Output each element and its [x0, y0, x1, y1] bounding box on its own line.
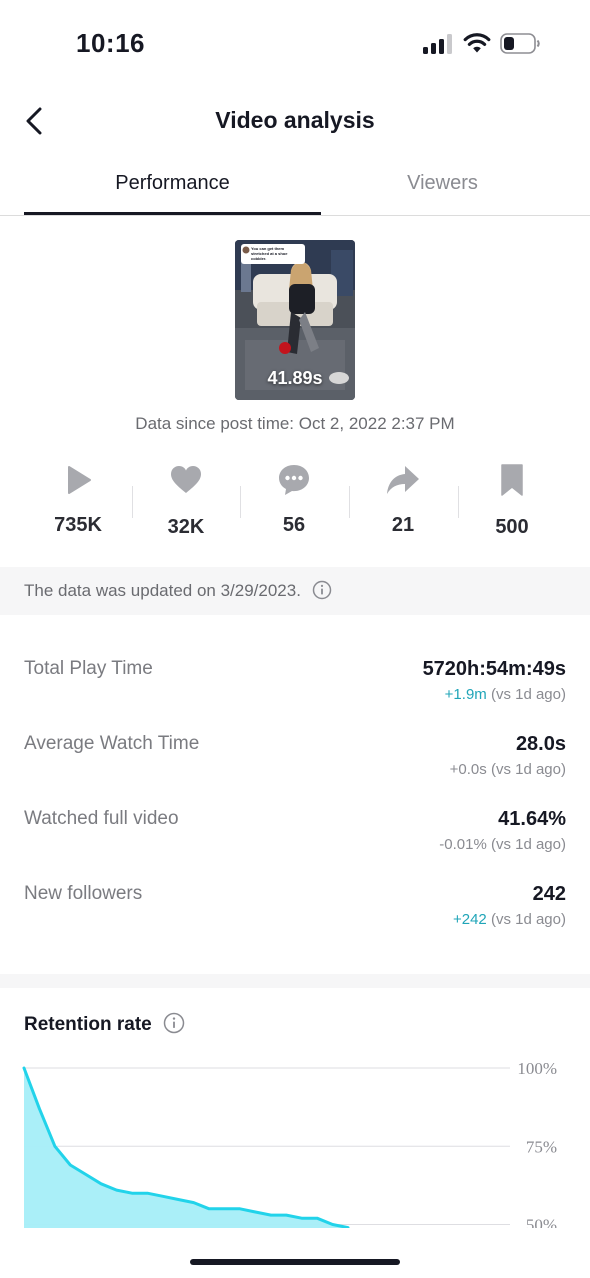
stat-value: 56	[282, 514, 306, 536]
metric-delta-note: (vs 1d ago)	[486, 911, 566, 928]
metric-label: New followers	[24, 883, 143, 904]
metric-label: Average Watch Time	[24, 733, 200, 754]
stat-views: 735K	[24, 460, 132, 550]
comment-icon	[279, 465, 309, 495]
tab-viewers[interactable]: Viewers	[295, 172, 590, 195]
retention-chart-svg: 100% 75% 50%	[22, 1059, 557, 1229]
metric-value: 28.0s	[515, 733, 566, 755]
metric-delta: -0.01% (vs 1d ago)	[439, 836, 566, 853]
video-caption-sticker: You can get them stretched at a shoe cob…	[241, 244, 305, 264]
stat-value: 500	[495, 516, 529, 538]
wifi-icon	[463, 33, 491, 53]
metric-label: Total Play Time	[24, 658, 153, 679]
stat-value: 21	[391, 514, 415, 536]
info-icon[interactable]	[312, 580, 332, 600]
cellular-signal-icon	[423, 34, 453, 54]
stat-value: 735K	[54, 514, 102, 536]
data-since-text: Data since post time: Oct 2, 2022 2:37 P…	[135, 414, 455, 433]
data-updated-text: The data was updated on 3/29/2023.	[24, 580, 332, 601]
metric-value: 5720h:54m:49s	[422, 658, 566, 680]
metric-delta-note: (vs 1d ago)	[486, 761, 566, 778]
heart-icon	[171, 466, 201, 493]
metric-label: Watched full video	[24, 808, 179, 829]
stat-likes: 32K	[132, 460, 240, 550]
y-tick-label: 100%	[517, 1059, 557, 1078]
tab-performance[interactable]: Performance	[24, 172, 321, 195]
battery-icon	[500, 33, 540, 54]
metric-watched-full-video: Watched full video 41.64% -0.01% (vs 1d …	[24, 800, 566, 870]
retention-chart: 100% 75% 50%	[0, 1050, 590, 1228]
video-thumbnail[interactable]: You can get them stretched at a shoe cob…	[235, 240, 355, 400]
page-title: Video analysis	[215, 107, 375, 133]
metric-delta-note: (vs 1d ago)	[486, 686, 566, 703]
tab-bar: Performance Viewers	[0, 160, 590, 216]
video-caption-text: You can get them stretched at a shoe cob…	[251, 246, 288, 261]
status-bar: 10:16	[0, 0, 590, 88]
retention-title: Retention rate	[24, 1012, 185, 1036]
info-icon[interactable]	[163, 1012, 185, 1034]
nav-bar: Video analysis	[0, 96, 590, 146]
stat-saves: 500	[458, 460, 566, 550]
metric-delta-value: +1.9m	[444, 686, 487, 703]
active-tab-indicator	[24, 212, 321, 215]
metric-delta: +242 (vs 1d ago)	[453, 911, 566, 928]
y-tick-label: 75%	[526, 1137, 557, 1156]
stat-comments: 56	[240, 460, 348, 550]
metric-delta-note: (vs 1d ago)	[486, 836, 566, 853]
metric-value: 41.64%	[498, 808, 566, 830]
section-divider	[0, 974, 590, 988]
metric-value: 242	[532, 883, 566, 905]
metric-delta-value: -0.01%	[439, 836, 487, 853]
data-updated-banner: The data was updated on 3/29/2023.	[0, 567, 590, 615]
metric-total-play-time: Total Play Time 5720h:54m:49s +1.9m (vs …	[24, 650, 566, 720]
status-time: 10:16	[76, 28, 145, 58]
metric-delta-value: +0.0s	[449, 761, 487, 778]
share-icon	[387, 466, 419, 494]
y-tick-label: 50%	[526, 1216, 557, 1229]
stat-shares: 21	[349, 460, 457, 550]
data-updated-label: The data was updated on 3/29/2023.	[24, 581, 301, 600]
metric-delta-value: +242	[452, 911, 487, 928]
metric-average-watch-time: Average Watch Time 28.0s +0.0s (vs 1d ag…	[24, 725, 566, 795]
home-indicator[interactable]	[190, 1259, 400, 1265]
metric-new-followers: New followers 242 +242 (vs 1d ago)	[24, 875, 566, 945]
retention-title-text: Retention rate	[24, 1014, 152, 1035]
avatar	[242, 246, 250, 254]
retention-area	[24, 1068, 348, 1228]
engagement-stats: 735K 32K 56 21 500	[24, 460, 566, 550]
metric-delta: +0.0s (vs 1d ago)	[450, 761, 566, 778]
metric-delta: +1.9m (vs 1d ago)	[445, 686, 566, 703]
back-chevron-icon[interactable]	[20, 104, 52, 138]
video-duration: 41.89s	[267, 368, 323, 388]
play-icon	[68, 466, 91, 494]
bookmark-icon	[501, 464, 523, 496]
stat-value: 32K	[167, 516, 205, 538]
